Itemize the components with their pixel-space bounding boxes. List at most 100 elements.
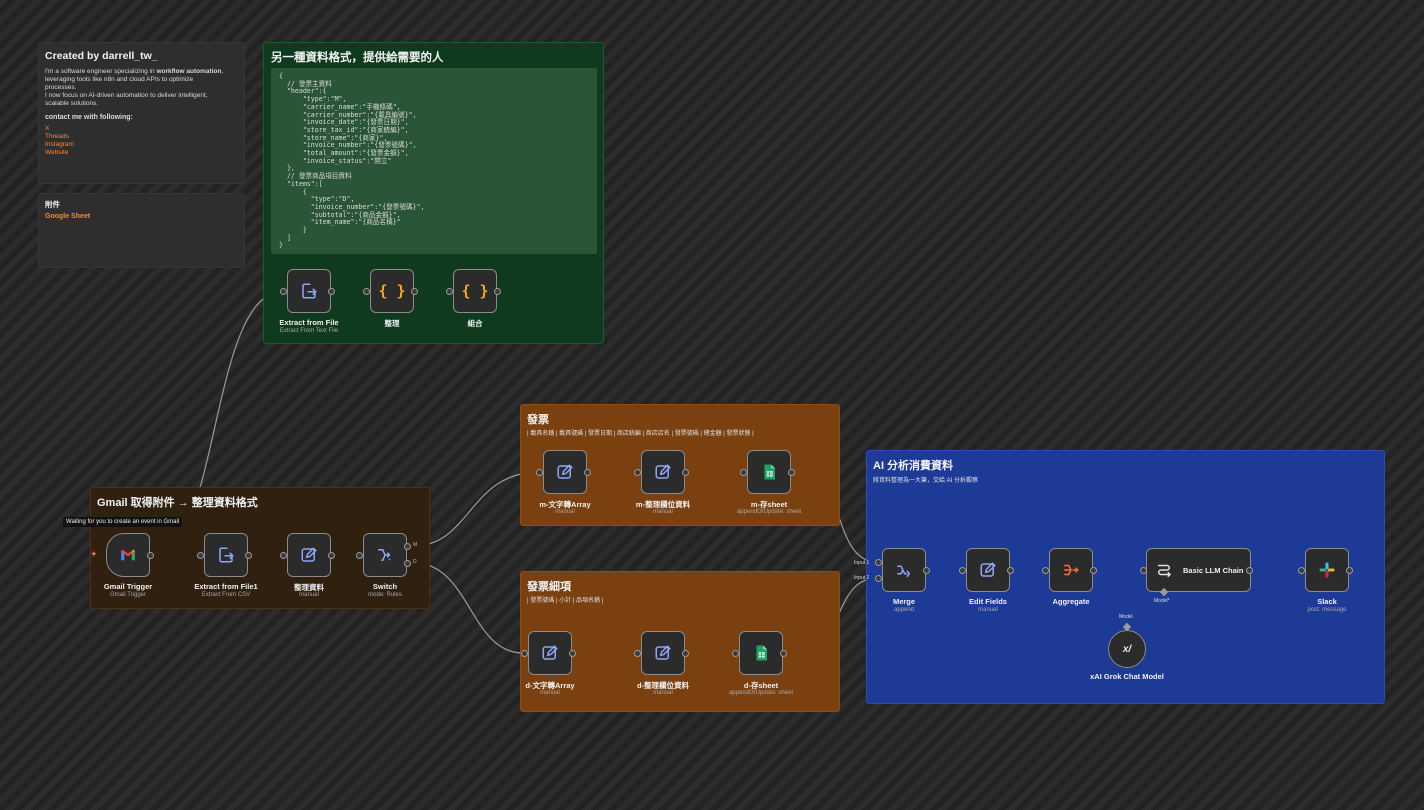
invoice-group-title: 發票 [527,414,549,426]
extract-from-file-in-port[interactable] [280,288,287,295]
edit-fields-out-port[interactable] [1007,567,1014,574]
gmail-trigger-out-port[interactable] [147,552,154,559]
merge-in-port-2[interactable] [875,575,882,582]
ai-group-subtitle: 將資料整理為一大筆，交給 AI 分析觀察 [873,478,979,484]
invoice-group-subtitle: | 載具名稱 | 載具號碼 | 發票日期 | 商店統編 | 商店店名 | 發票號… [527,431,754,437]
author-line1-post: , [221,68,224,75]
switch-node[interactable] [363,533,407,577]
extract-from-file-node[interactable] [287,269,331,313]
merge-icon [897,565,911,578]
merge-in-port-1[interactable] [875,559,882,566]
organize-out-port[interactable] [411,288,418,295]
llm-chain-out-port[interactable] [1246,567,1253,574]
format-code-block: { // 發票主資料 "header":{ "type":"M", "carri… [271,68,597,254]
m-sheet-in-port[interactable] [740,469,747,476]
d-sheet-in-port[interactable] [732,650,739,657]
edit-fields-node[interactable] [966,548,1010,592]
d-array-node[interactable] [528,631,572,675]
aggregate-out-port[interactable] [1090,567,1097,574]
merge-input2-label: Input 2 [854,575,870,581]
google-sheet-link[interactable]: Google Sheet [45,213,90,221]
extract-from-file1-out-port[interactable] [245,552,252,559]
link-x[interactable]: X [45,125,241,133]
merge-input1-label: Input 1 [854,560,870,566]
switch-label: Switch [372,582,398,591]
m-sheet-node[interactable] [747,450,791,494]
m-fields-out-port[interactable] [682,469,689,476]
merge-node[interactable] [882,548,926,592]
m-fields-node[interactable] [641,450,685,494]
organize-node[interactable]: { } [370,269,414,313]
link-instagram[interactable]: Instagram [45,141,241,149]
organize-data-out-port[interactable] [328,552,335,559]
slack-in-port[interactable] [1298,567,1305,574]
llm-model-port-label: Model* [1154,598,1170,604]
organize-data-node[interactable] [287,533,331,577]
m-fields-in-port[interactable] [634,469,641,476]
slack-sub: post: message [1307,607,1347,613]
gmail-trigger-node[interactable] [106,533,150,577]
d-array-out-port[interactable] [569,650,576,657]
llm-chain-node[interactable]: Basic LLM Chain [1146,548,1251,592]
gmail-icon [121,549,135,561]
author-line5: scalable solutions. [45,100,99,107]
llm-chain-in-port[interactable] [1140,567,1147,574]
gmail-trigger-sub: Gmail Trigger [109,592,146,598]
switch-out-port-m[interactable] [404,543,411,550]
d-fields-out-port[interactable] [682,650,689,657]
m-array-out-port[interactable] [584,469,591,476]
slack-node[interactable] [1305,548,1349,592]
switch-out-port-d[interactable] [404,560,411,567]
edit-fields-in-port[interactable] [959,567,966,574]
detail-group-title: 發票細項 [527,581,571,593]
organize-in-port[interactable] [363,288,370,295]
file-export-icon [302,283,317,299]
edit-fields-sub: manual [978,607,998,613]
d-sheet-out-port[interactable] [780,650,787,657]
attachment-note-title: 附件 [45,200,60,209]
aggregate-label: Aggregate [1052,597,1090,606]
gmail-trigger-label: Gmail Trigger [103,582,153,591]
extract-from-file1-in-port[interactable] [197,552,204,559]
m-fields-sub: manual [653,509,673,515]
d-sheet-sub: appendOrUpdate: sheet [728,690,794,696]
aggregate-node[interactable] [1049,548,1093,592]
m-sheet-sub: appendOrUpdate: sheet [736,509,802,515]
merge-out-port[interactable] [923,567,930,574]
combine-in-port[interactable] [446,288,453,295]
author-line4: I now focus on AI-driven automation to d… [45,92,208,99]
m-array-in-port[interactable] [536,469,543,476]
organize-data-in-port[interactable] [280,552,287,559]
google-sheets-icon [764,464,775,480]
m-array-sub: manual [555,509,575,515]
file-export-icon [219,547,234,563]
link-threads[interactable]: Threads [45,133,241,141]
d-fields-node[interactable] [641,631,685,675]
extract-from-file-out-port[interactable] [328,288,335,295]
switch-in-port[interactable] [356,552,363,559]
combine-out-port[interactable] [494,288,501,295]
llm-chain-label: Basic LLM Chain [1183,565,1244,575]
author-line1-bold: workflow automation [156,68,222,75]
xai-model-node[interactable]: x/ [1108,630,1146,668]
d-array-in-port[interactable] [521,650,528,657]
format-code: { // 發票主資料 "header":{ "type":"M", "carri… [279,72,425,250]
chain-link-icon [1158,564,1172,578]
d-fields-in-port[interactable] [634,650,641,657]
xai-model-label: xAI Grok Chat Model [1090,672,1164,681]
extract-from-file1-node[interactable] [204,533,248,577]
slack-icon [1319,562,1335,578]
d-sheet-node[interactable] [739,631,783,675]
m-array-node[interactable] [543,450,587,494]
aggregate-in-port[interactable] [1042,567,1049,574]
link-website[interactable]: Website [45,149,241,157]
slack-out-port[interactable] [1346,567,1353,574]
author-line3: processes. [45,84,77,91]
author-note-body: I'm a software engineer specializing in … [45,68,241,157]
ai-group-title: AI 分析消費資料 [873,460,954,472]
m-sheet-out-port[interactable] [788,469,795,476]
aggregate-icon [1064,564,1079,576]
format-note-title: 另一種資料格式，提供給需要的人 [271,52,444,64]
combine-node[interactable]: { } [453,269,497,313]
switch-out-d-label: D [413,559,417,565]
